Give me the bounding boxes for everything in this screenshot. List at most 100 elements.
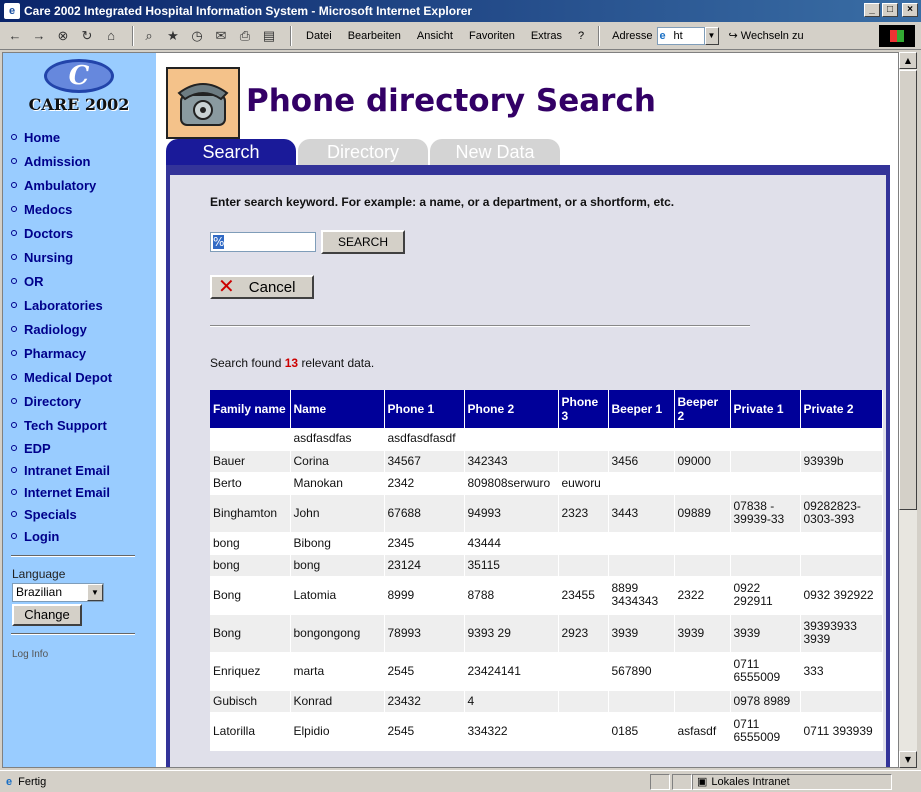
menu-help[interactable]: ? <box>578 30 584 42</box>
sidebar-item-directory[interactable]: Directory <box>11 389 112 413</box>
chevron-down-icon[interactable]: ▼ <box>87 584 103 601</box>
edit-icon[interactable]: ▤ <box>260 27 278 45</box>
menu-ansicht[interactable]: Ansicht <box>417 30 453 42</box>
table-cell: Latomia <box>290 576 385 615</box>
table-cell: bong <box>210 554 291 577</box>
sidebar-item-laboratories[interactable]: Laboratories <box>11 293 112 317</box>
sidebar-item-specials[interactable]: Specials <box>11 503 112 525</box>
table-cell: 93939b <box>800 450 883 473</box>
home-icon[interactable]: ⌂ <box>102 27 120 45</box>
column-header[interactable]: Phone 2 <box>464 390 559 428</box>
scroll-thumb[interactable] <box>899 70 917 510</box>
table-cell <box>558 690 609 713</box>
sidebar-item-edp[interactable]: EDP <box>11 437 112 459</box>
column-header[interactable]: Beeper 2 <box>674 390 731 428</box>
windows-logo-icon <box>879 25 915 47</box>
toolbar-separator <box>290 25 292 46</box>
search-icon[interactable]: ⌕ <box>140 27 158 45</box>
sidebar-item-pharmacy[interactable]: Pharmacy <box>11 341 112 365</box>
bullet-icon <box>11 350 17 356</box>
menu-datei[interactable]: Datei <box>306 30 332 42</box>
sidebar-item-medical-depot[interactable]: Medical Depot <box>11 365 112 389</box>
table-cell: bong <box>290 554 385 577</box>
column-header[interactable]: Phone 3 <box>558 390 609 428</box>
search-input[interactable]: % <box>210 232 316 252</box>
mail-icon[interactable]: ✉ <box>212 27 230 45</box>
address-input[interactable]: ht <box>656 26 705 45</box>
scroll-down-icon[interactable]: ▼ <box>899 751 917 768</box>
sidebar-item-doctors[interactable]: Doctors <box>11 221 112 245</box>
menu-bearbeiten[interactable]: Bearbeiten <box>348 30 401 42</box>
sidebar-item-radiology[interactable]: Radiology <box>11 317 112 341</box>
table-cell <box>730 450 801 473</box>
column-header[interactable]: Name <box>290 390 385 428</box>
table-cell <box>800 554 883 577</box>
sidebar-divider <box>11 633 135 635</box>
sidebar-item-nursing[interactable]: Nursing <box>11 245 112 269</box>
tab-search[interactable]: Search <box>166 139 296 165</box>
sidebar-item-home[interactable]: Home <box>11 125 112 149</box>
table-cell: 2323 <box>558 494 609 533</box>
stop-icon[interactable]: ⊗ <box>54 27 72 45</box>
table-cell: 0185 <box>608 712 675 751</box>
column-header[interactable]: Phone 1 <box>384 390 465 428</box>
forward-icon[interactable]: → <box>30 27 48 45</box>
menu-favoriten[interactable]: Favoriten <box>469 30 515 42</box>
table-cell <box>558 712 609 751</box>
column-header[interactable]: Private 2 <box>800 390 883 428</box>
column-header[interactable]: Beeper 1 <box>608 390 675 428</box>
table-cell <box>558 428 609 451</box>
table-cell <box>558 450 609 473</box>
back-icon[interactable]: ← <box>6 27 24 45</box>
maximize-button[interactable]: □ <box>882 3 898 17</box>
sidebar-item-label: Specials <box>24 506 77 522</box>
sidebar-item-tech-support[interactable]: Tech Support <box>11 413 112 437</box>
sidebar-item-internet-email[interactable]: Internet Email <box>11 481 112 503</box>
sidebar-item-label: Ambulatory <box>24 177 97 193</box>
table-cell <box>800 690 883 713</box>
menu-extras[interactable]: Extras <box>531 30 562 42</box>
table-cell: 3443 <box>608 494 675 533</box>
table-cell: Gubisch <box>210 690 291 713</box>
favorites-icon[interactable]: ★ <box>164 27 182 45</box>
table-cell <box>800 472 883 495</box>
go-button[interactable]: ↪ Wechseln zu <box>729 29 804 42</box>
vertical-scrollbar[interactable]: ▲ ▼ <box>899 52 917 768</box>
sidebar-item-admission[interactable]: Admission <box>11 149 112 173</box>
toolbar-separator <box>132 25 134 46</box>
sidebar-item-intranet-email[interactable]: Intranet Email <box>11 459 112 481</box>
sidebar-item-ambulatory[interactable]: Ambulatory <box>11 173 112 197</box>
bullet-icon <box>11 134 17 140</box>
table-cell: 2923 <box>558 614 609 653</box>
sidebar-item-medocs[interactable]: Medocs <box>11 197 112 221</box>
phone-icon <box>166 67 240 139</box>
tab-bar: Search Directory New Data <box>166 139 562 165</box>
address-dropdown-icon[interactable]: ▼ <box>704 26 719 45</box>
sidebar-item-login[interactable]: Login <box>11 525 112 547</box>
tab-directory[interactable]: Directory <box>298 139 428 165</box>
table-row: Bauer Corina 34567 342343 3456 09000 93939b <box>210 450 883 473</box>
column-header[interactable]: Family name <box>210 390 291 428</box>
table-cell <box>730 428 801 451</box>
refresh-icon[interactable]: ↻ <box>78 27 96 45</box>
close-button[interactable]: × <box>902 3 918 17</box>
column-header[interactable]: Private 1 <box>730 390 801 428</box>
table-cell: 809808serwuro <box>464 472 559 495</box>
scroll-up-icon[interactable]: ▲ <box>899 52 917 69</box>
bullet-icon <box>11 158 17 164</box>
table-cell <box>608 690 675 713</box>
language-label: Language <box>12 567 66 581</box>
cancel-button[interactable]: ✕ Cancel <box>210 275 314 299</box>
minimize-button[interactable]: _ <box>864 3 880 17</box>
table-cell: Bong <box>210 614 291 653</box>
tab-new-data[interactable]: New Data <box>430 139 560 165</box>
table-row: Berto Manokan 2342 809808serwuro euworu <box>210 472 883 495</box>
language-select[interactable]: Brazilian ▼ <box>12 583 104 602</box>
history-icon[interactable]: ◷ <box>188 27 206 45</box>
search-button[interactable]: SEARCH <box>321 230 405 254</box>
print-icon[interactable]: ⎙ <box>236 27 254 45</box>
sidebar-item-or[interactable]: OR <box>11 269 112 293</box>
found-prefix: Search found <box>210 356 282 370</box>
change-language-button[interactable]: Change <box>12 604 82 626</box>
log-info-link[interactable]: Log Info <box>12 649 48 660</box>
